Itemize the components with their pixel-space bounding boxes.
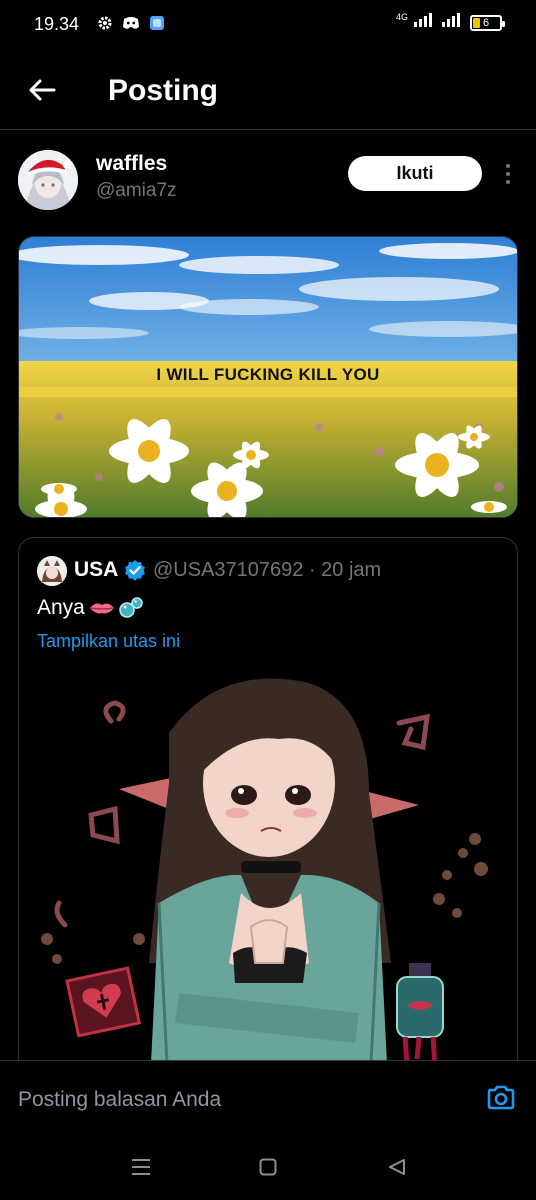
home-button[interactable] xyxy=(253,1154,283,1180)
author-handle[interactable]: @amia7z xyxy=(96,180,177,202)
quoted-handle-time: @USA37107692 · 20 jam xyxy=(153,559,382,581)
recent-apps-button[interactable] xyxy=(126,1154,156,1180)
more-vertical-icon[interactable] xyxy=(498,160,518,188)
lips-emoji-icon xyxy=(89,603,114,614)
menu-lines-icon xyxy=(132,1159,150,1175)
bubbles-emoji-icon xyxy=(119,597,143,618)
quoted-text-content: Anya xyxy=(37,596,85,619)
quoted-artwork-image[interactable] xyxy=(19,663,517,1096)
follow-button[interactable]: Ikuti xyxy=(348,156,482,191)
system-navigation-bar xyxy=(0,1134,536,1200)
quoted-post[interactable]: USA @USA37107692 · 20 jam Anya Tampilkan… xyxy=(18,537,518,1097)
app-header: Posting xyxy=(0,48,536,130)
status-system-icons: 4G 6 xyxy=(395,12,505,32)
triangle-back-icon xyxy=(389,1159,405,1175)
status-notification-icons xyxy=(96,14,166,32)
back-nav-button[interactable] xyxy=(382,1154,412,1180)
reply-composer xyxy=(0,1060,536,1134)
quoted-avatar[interactable] xyxy=(37,556,67,586)
post-media-image[interactable]: I WILL FUCKING KILL YOU xyxy=(18,236,518,518)
page-title: Posting xyxy=(108,74,218,107)
app-square-icon xyxy=(148,14,166,32)
battery-level: 6 xyxy=(482,16,490,29)
battery-icon: 6 xyxy=(470,14,505,31)
quoted-text: Anya xyxy=(37,596,143,620)
gear-icon xyxy=(96,14,114,32)
status-time: 19.34 xyxy=(34,14,80,34)
status-bar: 19.34 4G 6 xyxy=(0,0,536,48)
avatar[interactable] xyxy=(18,150,78,210)
back-button[interactable] xyxy=(22,70,62,110)
verified-badge-icon xyxy=(125,560,145,581)
signal-icon xyxy=(414,13,436,32)
meme-caption: I WILL FUCKING KILL YOU xyxy=(156,365,380,384)
signal-icon-2 xyxy=(442,13,464,32)
discord-icon xyxy=(122,14,140,32)
author-name[interactable]: waffles xyxy=(96,152,167,176)
show-thread-link[interactable]: Tampilkan utas ini xyxy=(37,631,180,652)
arrow-left-icon xyxy=(29,79,56,101)
post-author: waffles @amia7z Ikuti xyxy=(18,146,518,216)
network-type: 4G xyxy=(395,12,408,22)
home-square-icon xyxy=(259,1158,277,1176)
quoted-author-name[interactable]: USA xyxy=(74,558,118,582)
reply-input[interactable] xyxy=(18,1085,458,1115)
camera-icon[interactable] xyxy=(486,1083,516,1113)
